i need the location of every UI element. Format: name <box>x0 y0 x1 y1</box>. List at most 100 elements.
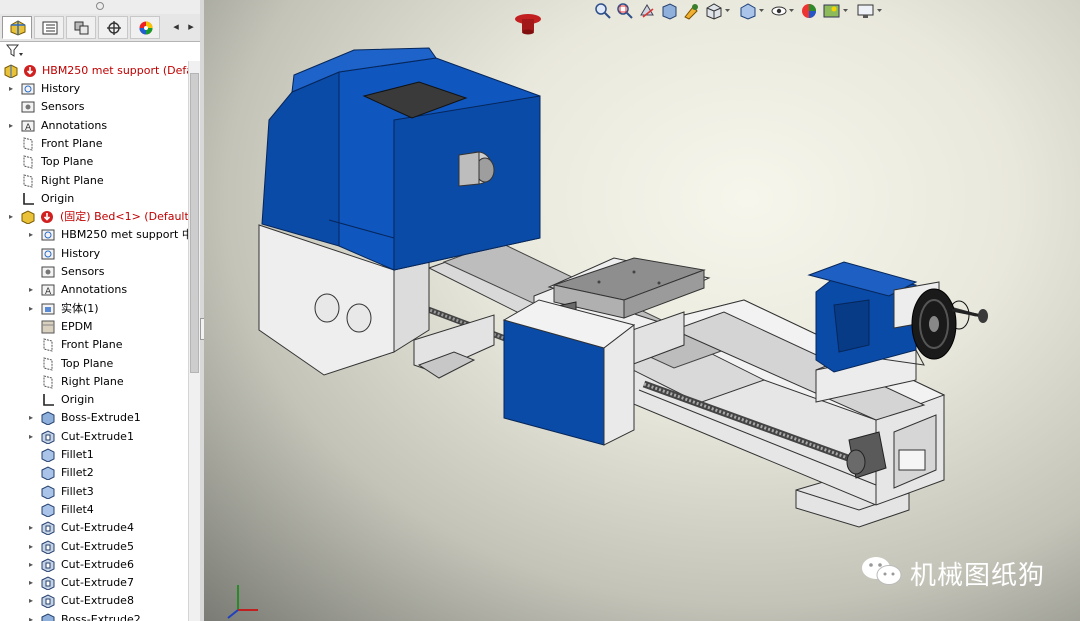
tree-item-label: Fillet1 <box>61 448 94 461</box>
expand-arrow-icon[interactable]: ▸ <box>26 611 36 621</box>
plane-icon <box>41 375 55 389</box>
graphics-viewport[interactable]: 机械图纸狗 <box>204 0 1080 621</box>
tab-scroll-left-button[interactable]: ◂ <box>170 20 182 34</box>
property-manager-icon <box>42 21 58 35</box>
panel-grip[interactable] <box>0 0 200 14</box>
tree-item-label: Origin <box>61 393 95 406</box>
plane-icon <box>41 357 55 371</box>
lathe-model[interactable] <box>204 0 1080 621</box>
tree-item-label: 实体(1) <box>61 302 99 315</box>
tree-item-label: Cut-Extrude8 <box>61 594 134 607</box>
origin-icon <box>41 393 55 407</box>
carriage-apron <box>502 299 636 446</box>
plane-icon <box>21 155 35 169</box>
plane-icon <box>41 338 55 352</box>
fillet-icon <box>41 503 55 518</box>
tree-item-label: Cut-Extrude4 <box>61 521 134 534</box>
tab-scroll-right-button[interactable]: ▸ <box>185 20 197 34</box>
cut-extrude-icon <box>41 576 55 591</box>
tree-item-label: Annotations <box>61 283 128 296</box>
tree-item-label: (固定) Bed<1> (Default<< <box>60 210 188 223</box>
expand-arrow-icon[interactable]: ▸ <box>26 281 36 299</box>
tree-root-label: HBM250 met support (Default <box>42 64 188 77</box>
tree-item-label: History <box>41 82 81 95</box>
tree-item-label: Cut-Extrude7 <box>61 576 134 589</box>
material-icon <box>41 320 55 334</box>
error-icon <box>40 210 54 224</box>
tree-item-label: Boss-Extrude1 <box>61 411 141 424</box>
sensor-icon <box>21 100 35 114</box>
property-manager-tab[interactable] <box>34 16 64 39</box>
configuration-manager-icon <box>74 21 89 35</box>
expand-arrow-icon[interactable]: ▸ <box>6 117 16 135</box>
annotations-icon: A <box>41 283 55 297</box>
cut-extrude-icon <box>41 594 55 609</box>
part-icon <box>21 210 35 225</box>
tailstock-handwheel <box>911 288 988 360</box>
tree-item-label: Boss-Extrude2 <box>61 613 141 621</box>
cut-extrude-icon <box>41 430 55 445</box>
annotations-icon: A <box>21 119 35 133</box>
tree-item-label: Fillet2 <box>61 466 94 479</box>
filter-row <box>0 42 200 60</box>
feature-tree: HBM250 met support (Default ▸ History Senso… <box>0 61 188 621</box>
tree-item-label: Top Plane <box>61 357 114 370</box>
plane-icon <box>21 137 35 151</box>
folder-icon <box>21 82 35 96</box>
folder-icon <box>41 247 55 261</box>
tree-item-label: Top Plane <box>41 155 94 168</box>
dimxpert-manager-tab[interactable] <box>98 16 128 39</box>
display-manager-tab[interactable] <box>130 16 160 39</box>
expand-arrow-icon[interactable]: ▸ <box>26 574 36 592</box>
folder-icon <box>41 228 55 242</box>
boss-extrude-icon <box>41 613 55 621</box>
tree-scrollbar-thumb[interactable] <box>190 73 199 373</box>
solid-bodies-icon <box>41 302 55 316</box>
feature-manager-icon <box>10 20 26 36</box>
tree-item-label: Fillet4 <box>61 503 94 516</box>
expand-arrow-icon[interactable]: ▸ <box>26 556 36 574</box>
headstock <box>261 47 541 271</box>
tree-item-label: History <box>61 247 101 260</box>
expand-arrow-icon[interactable]: ▸ <box>26 428 36 446</box>
tree-item-label: Sensors <box>41 100 85 113</box>
panel-tabs: ◂ ▸ <box>0 14 200 42</box>
tree-item-label: Sensors <box>61 265 105 278</box>
expand-arrow-icon[interactable]: ▸ <box>26 300 36 318</box>
watermark-text: 机械图纸狗 <box>910 561 1046 591</box>
tree-item-label: HBM250 met support 中的 <box>61 228 188 241</box>
expand-arrow-icon[interactable]: ▸ <box>26 519 36 537</box>
feature-manager-tab[interactable] <box>2 16 32 39</box>
cut-extrude-icon <box>41 558 55 573</box>
configuration-manager-tab[interactable] <box>66 16 96 39</box>
tree-item-label: Front Plane <box>61 338 123 351</box>
error-icon <box>23 64 37 78</box>
tree-item-label: Origin <box>41 192 75 205</box>
color-wheel-icon <box>139 21 153 35</box>
sensor-icon <box>41 265 55 279</box>
tree-item-label: Front Plane <box>41 137 103 150</box>
tree-item-label: EPDM <box>61 320 93 333</box>
expand-arrow-icon[interactable]: ▸ <box>6 80 16 98</box>
origin-icon <box>21 192 35 206</box>
expand-arrow-icon[interactable]: ▸ <box>26 538 36 556</box>
expand-arrow-icon[interactable]: ▸ <box>26 409 36 427</box>
svg-text:A: A <box>25 123 32 133</box>
tree-item-label: Right Plane <box>61 375 124 388</box>
tree-item-label: Cut-Extrude5 <box>61 540 134 553</box>
expand-arrow-icon[interactable]: ▸ <box>26 226 36 244</box>
tree-item-label: Right Plane <box>41 174 104 187</box>
cut-extrude-icon <box>41 540 55 555</box>
filter-icon[interactable] <box>6 44 24 58</box>
tree-item-label: Fillet3 <box>61 485 94 498</box>
wechat-icon <box>862 557 902 585</box>
crosshair-icon <box>107 21 121 35</box>
expand-arrow-icon[interactable]: ▸ <box>6 208 16 226</box>
assembly-icon <box>4 64 18 79</box>
fillet-icon <box>41 466 55 481</box>
svg-text:A: A <box>45 287 52 297</box>
tree-item-label: Cut-Extrude6 <box>61 558 134 571</box>
expand-arrow-icon[interactable]: ▸ <box>26 592 36 610</box>
cut-extrude-icon <box>41 521 55 536</box>
tree-item-label: Cut-Extrude1 <box>61 430 134 443</box>
